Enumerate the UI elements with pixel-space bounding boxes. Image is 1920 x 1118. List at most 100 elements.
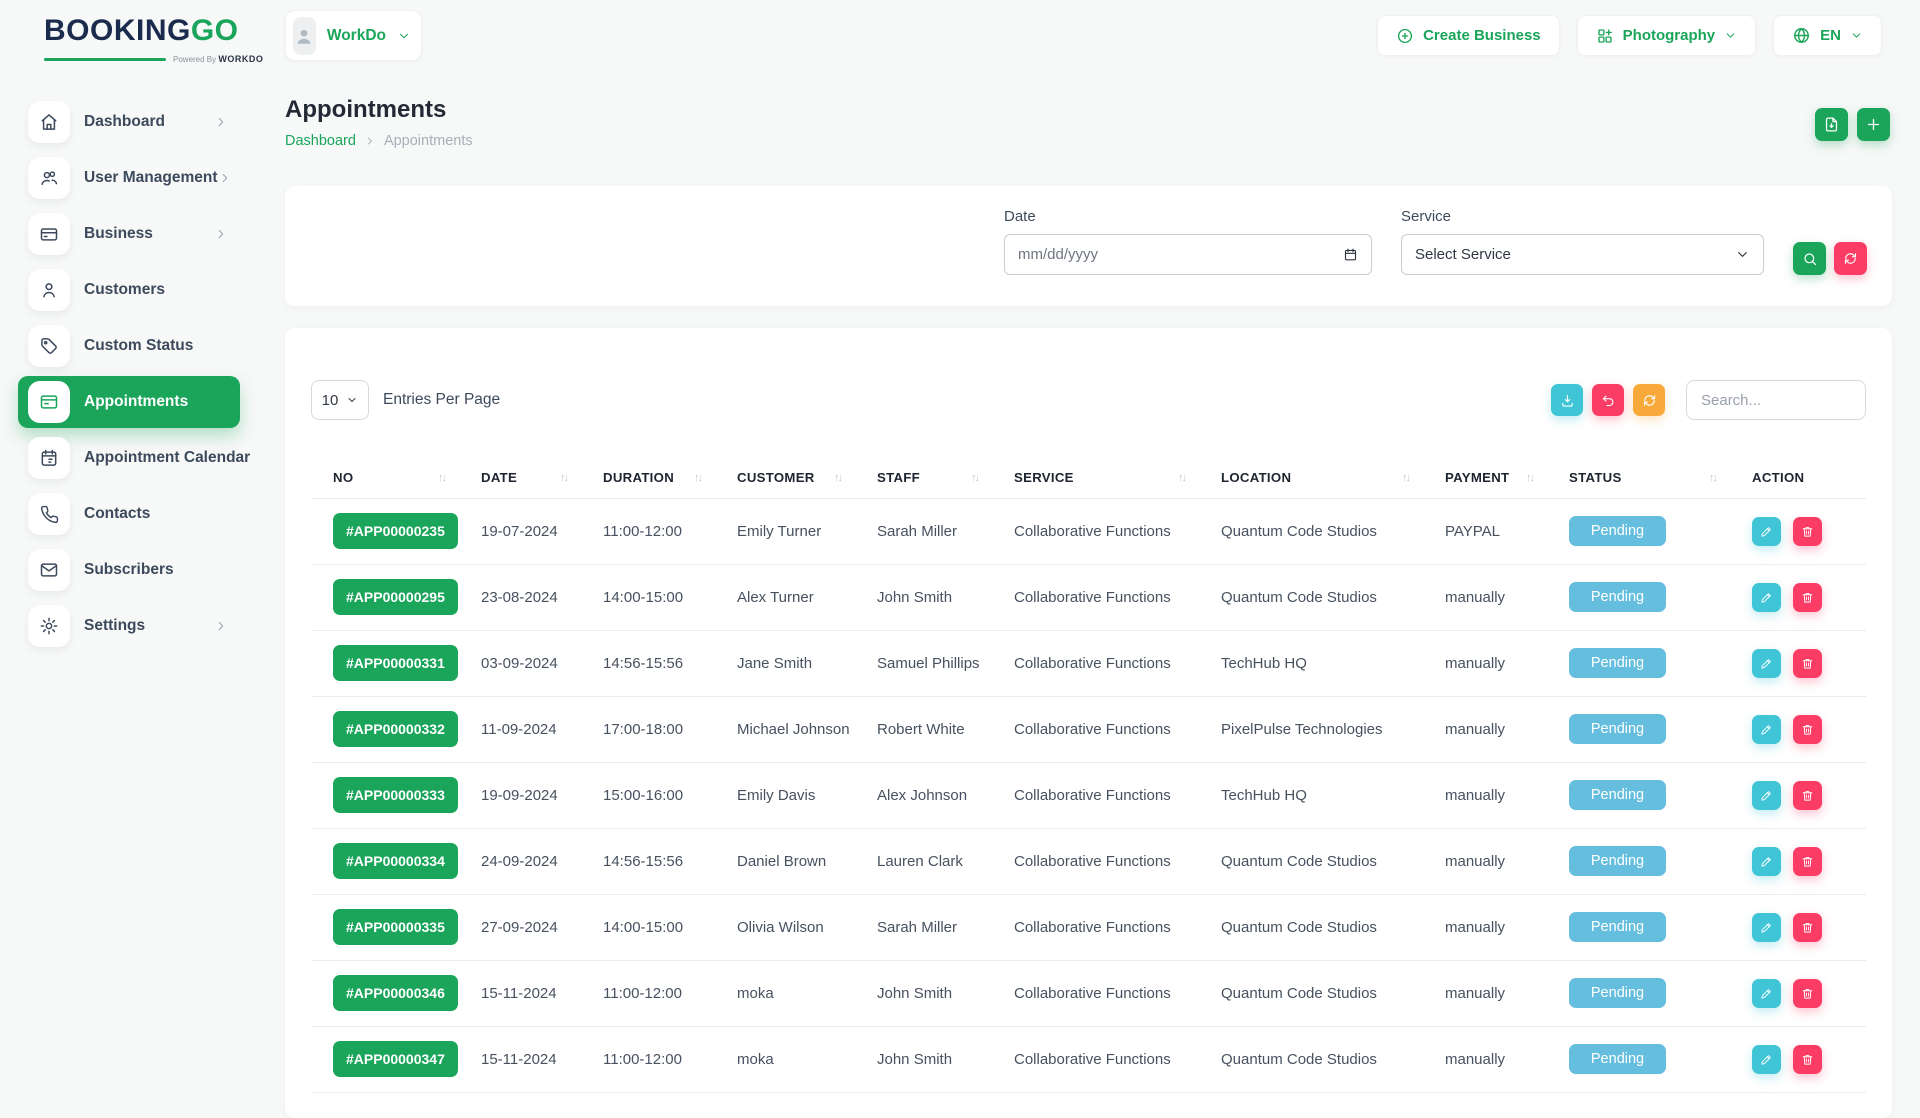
user-icon <box>28 269 70 311</box>
chevron-down-icon <box>1850 29 1863 42</box>
sidebar-item-appointments[interactable]: Appointments <box>18 376 240 428</box>
cell-location: TechHub HQ <box>1209 630 1433 696</box>
delete-button[interactable] <box>1793 781 1822 810</box>
delete-button[interactable] <box>1793 913 1822 942</box>
appointment-id-badge: #APP00000333 <box>333 777 458 813</box>
cell-location: PixelPulse Technologies <box>1209 696 1433 762</box>
status-badge: Pending <box>1569 978 1666 1008</box>
delete-button[interactable] <box>1793 517 1822 546</box>
column-header-no[interactable]: NO↑↓ <box>311 458 469 498</box>
cell-duration: 11:00-12:00 <box>591 1026 725 1092</box>
edit-button[interactable] <box>1752 649 1781 678</box>
cell-duration: 11:00-12:00 <box>591 960 725 1026</box>
undo-icon <box>1601 393 1616 408</box>
column-header-payment[interactable]: PAYMENT↑↓ <box>1433 458 1557 498</box>
date-filter-label: Date <box>1004 208 1372 225</box>
cell-service: Collaborative Functions <box>1002 696 1209 762</box>
chevron-right-icon <box>218 171 232 185</box>
create-business-button[interactable]: Create Business <box>1377 15 1560 56</box>
sort-icon[interactable]: ↑↓ <box>694 472 701 484</box>
sort-icon[interactable]: ↑↓ <box>1526 472 1533 484</box>
column-header-customer[interactable]: CUSTOMER↑↓ <box>725 458 865 498</box>
refresh-button[interactable] <box>1633 384 1665 416</box>
workspace-menu-button[interactable]: WorkDo <box>285 10 422 61</box>
delete-button[interactable] <box>1793 649 1822 678</box>
appointments-table-body: #APP00000235 19-07-2024 11:00-12:00 Emil… <box>311 498 1866 1092</box>
delete-button[interactable] <box>1793 979 1822 1008</box>
delete-button[interactable] <box>1793 715 1822 744</box>
pencil-icon <box>1760 525 1773 538</box>
cell-location: Quantum Code Studios <box>1209 894 1433 960</box>
appointments-table: NO↑↓ DATE↑↓ DURATION↑↓ CUSTOMER↑↓ STAFF↑… <box>311 458 1866 1093</box>
undo-button[interactable] <box>1592 384 1624 416</box>
edit-button[interactable] <box>1752 715 1781 744</box>
edit-button[interactable] <box>1752 583 1781 612</box>
sort-icon[interactable]: ↑↓ <box>560 472 567 484</box>
breadcrumb: Dashboard Appointments <box>285 133 1892 149</box>
sidebar-item-subscribers[interactable]: Subscribers <box>18 544 240 596</box>
filter-search-button[interactable] <box>1793 242 1826 275</box>
column-header-date[interactable]: DATE↑↓ <box>469 458 591 498</box>
edit-button[interactable] <box>1752 979 1781 1008</box>
sidebar-item-settings[interactable]: Settings <box>18 600 240 652</box>
trash-icon <box>1801 525 1814 538</box>
appointment-id-badge: #APP00000332 <box>333 711 458 747</box>
calendar-icon[interactable] <box>1343 247 1358 262</box>
service-select[interactable]: Select Service <box>1401 234 1764 275</box>
status-badge: Pending <box>1569 780 1666 810</box>
delete-button[interactable] <box>1793 847 1822 876</box>
add-appointment-button[interactable] <box>1857 108 1890 141</box>
calendar-icon <box>28 437 70 479</box>
sidebar-item-appointment-calendar[interactable]: Appointment Calendar <box>18 432 240 484</box>
appointments-panel: 10 Entries Per Page <box>285 328 1892 1118</box>
business-selector-button[interactable]: Photography <box>1577 15 1757 56</box>
sort-icon[interactable]: ↑↓ <box>834 472 841 484</box>
breadcrumb-dashboard-link[interactable]: Dashboard <box>285 133 356 149</box>
edit-button[interactable] <box>1752 781 1781 810</box>
edit-button[interactable] <box>1752 847 1781 876</box>
edit-button[interactable] <box>1752 1045 1781 1074</box>
appointment-id-badge: #APP00000347 <box>333 1041 458 1077</box>
appointment-id-badge: #APP00000331 <box>333 645 458 681</box>
column-header-staff[interactable]: STAFF↑↓ <box>865 458 1002 498</box>
cell-service: Collaborative Functions <box>1002 630 1209 696</box>
column-header-service[interactable]: SERVICE↑↓ <box>1002 458 1209 498</box>
sidebar-item-dashboard[interactable]: Dashboard <box>18 96 240 148</box>
entries-per-page-select[interactable]: 10 <box>311 380 369 420</box>
credit-card-icon <box>28 213 70 255</box>
column-header-duration[interactable]: DURATION↑↓ <box>591 458 725 498</box>
column-header-location[interactable]: LOCATION↑↓ <box>1209 458 1433 498</box>
delete-button[interactable] <box>1793 1045 1822 1074</box>
trash-icon <box>1801 921 1814 934</box>
sidebar-item-user-management[interactable]: User Management <box>18 152 240 204</box>
sort-icon[interactable]: ↑↓ <box>971 472 978 484</box>
edit-button[interactable] <box>1752 913 1781 942</box>
sidebar-item-business[interactable]: Business <box>18 208 240 260</box>
date-input[interactable]: mm/dd/yyyy <box>1004 234 1372 275</box>
download-button[interactable] <box>1551 384 1583 416</box>
status-badge: Pending <box>1569 582 1666 612</box>
refresh-icon <box>1642 393 1657 408</box>
plus-icon <box>1865 116 1882 133</box>
export-button[interactable] <box>1815 108 1848 141</box>
table-row: #APP00000335 27-09-2024 14:00-15:00 Oliv… <box>311 894 1866 960</box>
sidebar-item-contacts[interactable]: Contacts <box>18 488 240 540</box>
sort-icon[interactable]: ↑↓ <box>1709 472 1716 484</box>
column-header-status[interactable]: STATUS↑↓ <box>1557 458 1740 498</box>
filter-reset-button[interactable] <box>1834 242 1867 275</box>
sort-icon[interactable]: ↑↓ <box>438 472 445 484</box>
table-search-input[interactable] <box>1686 380 1866 420</box>
sidebar-item-customers[interactable]: Customers <box>18 264 240 316</box>
appointment-id-badge: #APP00000335 <box>333 909 458 945</box>
sort-icon[interactable]: ↑↓ <box>1402 472 1409 484</box>
edit-button[interactable] <box>1752 517 1781 546</box>
sort-icon[interactable]: ↑↓ <box>1178 472 1185 484</box>
sidebar-item-custom-status[interactable]: Custom Status <box>18 320 240 372</box>
pencil-icon <box>1760 789 1773 802</box>
cell-customer: moka <box>725 1026 865 1092</box>
brand-logo[interactable]: BOOKINGGO Powered By WORKDO <box>44 14 284 64</box>
delete-button[interactable] <box>1793 583 1822 612</box>
cell-date: 23-08-2024 <box>469 564 591 630</box>
trash-icon <box>1801 657 1814 670</box>
language-selector-button[interactable]: EN <box>1773 15 1882 56</box>
